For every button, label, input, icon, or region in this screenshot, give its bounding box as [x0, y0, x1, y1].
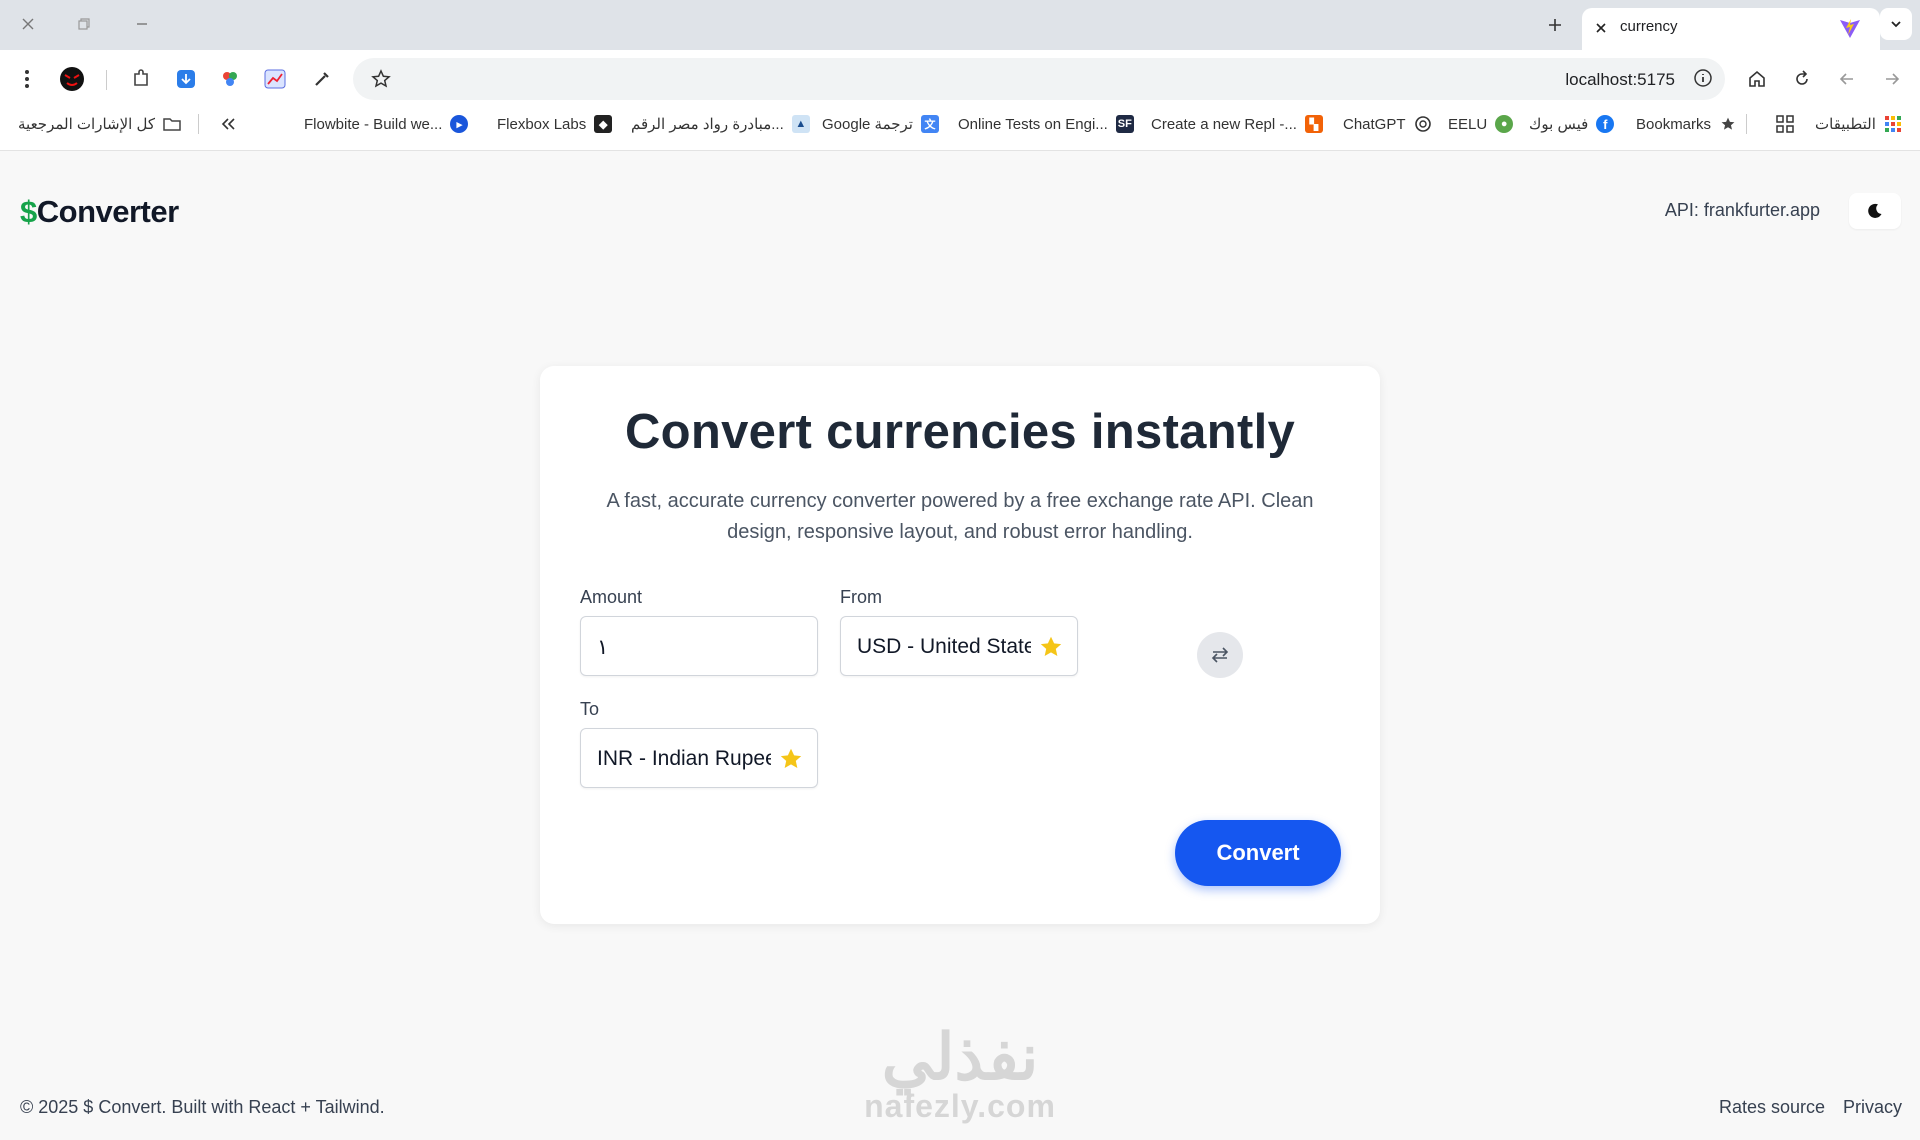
bookmark-label: Flowbite - Build we... [304, 115, 443, 133]
nafezly-watermark: نفذلي nafezly.com [850, 1025, 1070, 1123]
bookmark-label: فيس بوك [1529, 116, 1589, 133]
bookmark-label: Bookmarks [1636, 115, 1712, 133]
bookmarks-bar: كل الإشارات المرجعية Flowbite - Build we… [0, 108, 1920, 151]
card-subtitle: A fast, accurate currency converter powe… [606, 490, 1314, 543]
menu-kebab-icon[interactable] [12, 64, 42, 94]
eelu-icon: ● [1495, 115, 1514, 133]
online-tests-icon: SF [1115, 115, 1134, 133]
flexbox-labs-icon: ◆ [594, 115, 613, 133]
theme-toggle-button[interactable] [1849, 193, 1901, 229]
bookmark-google-translate[interactable]: Google ترجمة 文 [822, 108, 939, 140]
bookmark-flowbite[interactable]: Flowbite - Build we... ▸ [304, 108, 469, 140]
card-title: Convert currencies instantly [624, 405, 1296, 459]
api-label: API: frankfurter.app [1664, 200, 1820, 220]
window-minimize-icon[interactable] [126, 12, 158, 36]
bookmark-label: Online Tests on Engi... [958, 115, 1108, 133]
vite-favicon-icon [1838, 16, 1862, 40]
chart-extension-icon[interactable] [260, 64, 290, 94]
profile-avatar[interactable] [57, 64, 87, 94]
bookmark-label: كل الإشارات المرجعية [18, 116, 155, 133]
flowbite-icon: ▸ [450, 115, 469, 133]
amount-label: Amount [580, 587, 643, 607]
rowad-icon: ▲ [791, 115, 810, 133]
bookmark-all-bookmarks[interactable]: كل الإشارات المرجعية [18, 108, 181, 140]
app-logo[interactable]: $Converter [20, 194, 179, 230]
bookmark-flexbox-labs[interactable]: Flexbox Labs ◆ [497, 108, 613, 140]
apps-grid-button[interactable] [1776, 108, 1794, 140]
swap-arrows-icon [1209, 644, 1231, 666]
bookmark-facebook[interactable]: فيس بوك f [1529, 108, 1615, 140]
forward-arrow-icon[interactable] [1877, 64, 1907, 94]
tab-search-button[interactable] [1880, 8, 1912, 40]
bookmark-eelu[interactable]: EELU ● [1448, 108, 1514, 140]
folder-icon [163, 115, 181, 133]
tab-close-icon[interactable] [1592, 19, 1610, 37]
bookmark-label: مبادرة رواد مصر الرقم... [631, 116, 784, 133]
to-currency-value: INR - Indian Rupee [597, 747, 771, 770]
window-restore-icon[interactable] [68, 12, 100, 36]
site-info-icon[interactable] [1693, 68, 1713, 88]
amount-input[interactable]: ١ [580, 616, 818, 676]
browser-toolbar: localhost:5175 [0, 50, 1920, 108]
converter-card: Convert currencies instantly A fast, acc… [540, 366, 1380, 924]
replit-icon: ▚ [1304, 115, 1323, 133]
facebook-icon: f [1596, 115, 1615, 133]
home-icon[interactable] [1742, 64, 1772, 94]
bookmark-label: ChatGPT [1343, 115, 1406, 133]
from-label: From [840, 587, 882, 607]
address-bar[interactable]: localhost:5175 [353, 58, 1725, 100]
to-currency-select[interactable]: INR - Indian Rupee [580, 728, 818, 788]
tab-currency[interactable]: currency [1582, 8, 1880, 50]
bookmarks-overflow-chevron-icon[interactable] [220, 108, 236, 140]
logo-dollar-symbol: $ [20, 194, 37, 229]
bookmark-star-icon[interactable] [371, 69, 391, 89]
amount-value: ١ [597, 636, 609, 659]
from-currency-value: USD - United States [857, 635, 1031, 658]
bookmark-rowad-misr[interactable]: مبادرة رواد مصر الرقم... ▲ [631, 108, 810, 140]
bookmark-bookmarks[interactable]: Bookmarks [1636, 108, 1737, 140]
eyedropper-icon[interactable] [307, 64, 337, 94]
bookmark-replit[interactable]: Create a new Repl -... ▚ [1151, 108, 1323, 140]
bookmark-chatgpt[interactable]: ChatGPT [1343, 108, 1432, 140]
convert-button[interactable]: Convert [1175, 820, 1341, 886]
reload-icon[interactable] [1787, 64, 1817, 94]
back-arrow-icon[interactable] [1832, 64, 1862, 94]
favorite-star-icon[interactable] [1039, 635, 1063, 659]
bookmark-online-tests[interactable]: Online Tests on Engi... SF [958, 108, 1134, 140]
tab-strip: currency [0, 0, 1920, 50]
bookmark-label: Google ترجمة [822, 116, 913, 133]
window-close-icon[interactable] [12, 12, 44, 36]
google-translate-icon: 文 [920, 115, 939, 133]
new-tab-button[interactable] [1540, 10, 1570, 40]
bookmark-label: Flexbox Labs [497, 115, 587, 133]
bookmark-label: التطبيقات [1815, 116, 1876, 133]
extensions-icon[interactable] [126, 64, 156, 94]
swap-currencies-button[interactable] [1197, 632, 1243, 678]
moon-icon [1867, 203, 1883, 219]
to-label: To [580, 699, 600, 719]
tab-title: currency [1620, 18, 1678, 35]
privacy-link[interactable]: Privacy [1843, 1097, 1902, 1118]
bookmark-apps[interactable]: التطبيقات [1815, 108, 1902, 140]
bookmark-label: Create a new Repl -... [1151, 115, 1297, 133]
watermark-arabic: نفذلي [881, 1021, 1039, 1093]
grid-icon [1776, 115, 1794, 133]
chatgpt-icon [1414, 115, 1432, 133]
favorite-star-icon[interactable] [779, 747, 803, 771]
colorful-extension-icon[interactable] [215, 64, 245, 94]
download-extension-icon[interactable] [171, 64, 201, 94]
from-currency-select[interactable]: USD - United States [840, 616, 1078, 676]
apps-color-grid-icon [1884, 115, 1902, 133]
bookmark-label: EELU [1448, 115, 1488, 133]
watermark-latin: nafezly.com [864, 1088, 1056, 1124]
url-text: localhost:5175 [1565, 70, 1675, 89]
rates-source-link[interactable]: Rates source [1719, 1097, 1825, 1118]
logo-text: Converter [36, 194, 179, 229]
star-icon [1719, 115, 1737, 133]
footer-copyright: © 2025 $ Convert. Built with React + Tai… [20, 1097, 385, 1117]
